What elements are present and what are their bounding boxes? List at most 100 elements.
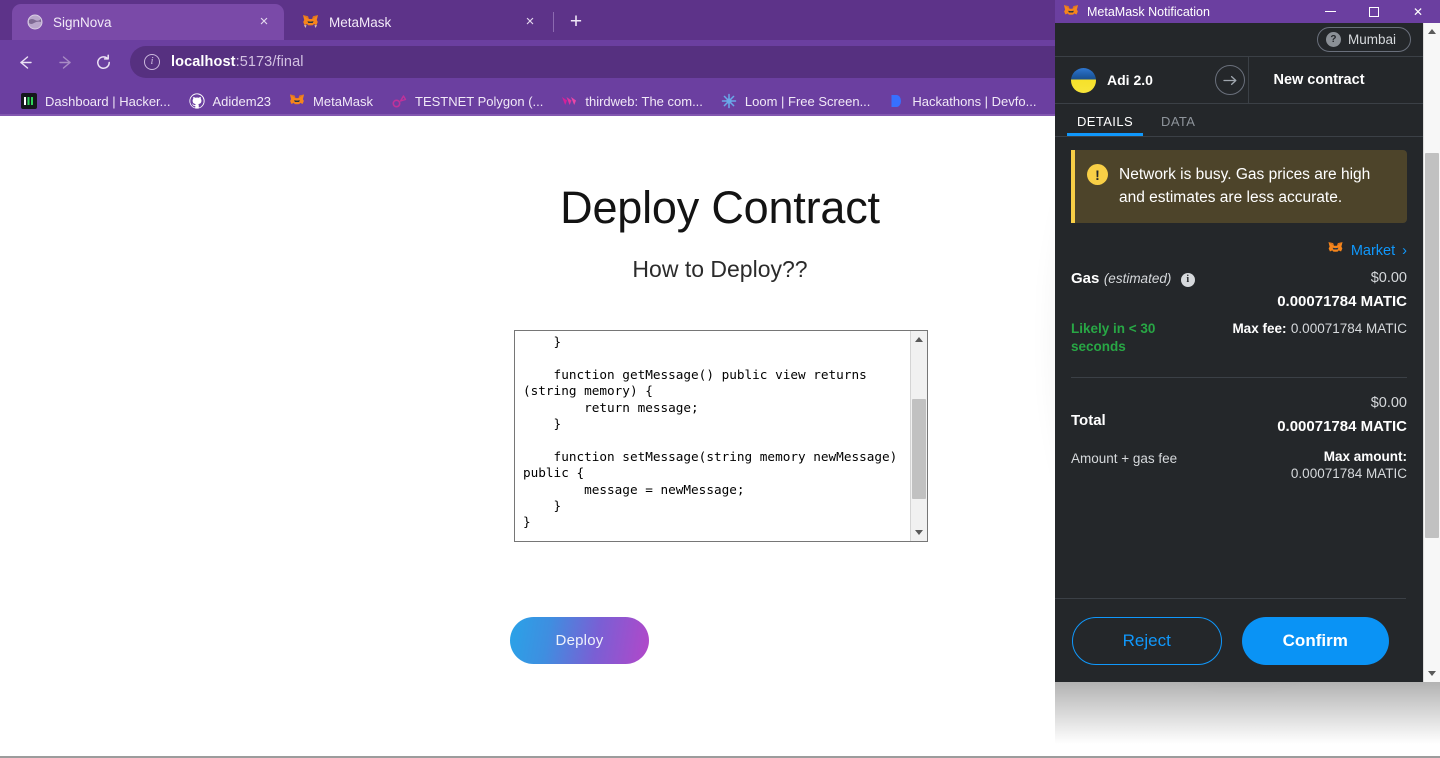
exclamation-icon: ! (1087, 164, 1108, 185)
gas-row: Gas (estimated) i $0.00 0.00071784 MATIC (1071, 270, 1407, 310)
bookmark-label: MetaMask (313, 93, 374, 109)
amount-detail-row: Amount + gas fee Max amount: 0.00071784 … (1071, 449, 1407, 481)
globe-icon (26, 14, 43, 31)
contract-code-textarea[interactable]: } function getMessage() public view retu… (514, 330, 928, 542)
sender-account[interactable]: Adi 2.0 (1055, 67, 1215, 93)
metamask-body: ? Mumbai Adi 2.0 New contract DETAILS DA… (1055, 23, 1440, 682)
network-name: Mumbai (1347, 32, 1396, 47)
gas-fiat-amount: $0.00 (1370, 270, 1407, 286)
details-pane: ! Network is busy. Gas prices are high a… (1055, 137, 1423, 598)
bookmark-thirdweb[interactable]: thirdweb: The com... (552, 88, 712, 114)
reject-button[interactable]: Reject (1072, 616, 1222, 665)
metamask-scrollbar[interactable] (1423, 23, 1440, 682)
gas-speed-row: Likely in < 30 seconds Max fee: 0.000717… (1071, 320, 1407, 356)
total-label: Total (1071, 412, 1106, 429)
sender-account-name: Adi 2.0 (1107, 72, 1153, 88)
scrollbar-thumb[interactable] (912, 399, 926, 499)
info-circle-icon[interactable]: i (144, 54, 160, 70)
gas-fee-block: Gas (estimated) i $0.00 0.00071784 MATIC… (1071, 270, 1407, 356)
total-row: Total $0.00 0.00071784 MATIC (1071, 395, 1407, 435)
gas-crypto-amount: 0.00071784 MATIC (1277, 293, 1407, 310)
recipient-account-name: New contract (1273, 72, 1365, 88)
close-icon[interactable]: × (520, 12, 540, 32)
minimize-icon[interactable] (1308, 0, 1352, 23)
chevron-right-icon: › (1402, 242, 1407, 259)
browser-tab-signnova[interactable]: SignNova × (12, 4, 284, 40)
thirdweb-icon (561, 93, 577, 109)
url-path: :5173/final (235, 54, 304, 70)
devfolio-icon (888, 93, 904, 109)
scroll-down-icon[interactable] (911, 524, 927, 541)
bookmark-metamask[interactable]: MetaMask (280, 88, 382, 114)
transfer-row: Adi 2.0 New contract (1055, 57, 1423, 104)
gas-speed-estimate: Likely in < 30 seconds (1071, 321, 1156, 354)
metamask-fox-icon (302, 14, 319, 31)
market-link[interactable]: Market › (1071, 241, 1407, 260)
max-amount-group: Max amount: 0.00071784 MATIC (1191, 449, 1407, 481)
github-icon (188, 93, 205, 109)
close-icon[interactable]: × (254, 12, 274, 32)
new-tab-button[interactable]: + (562, 8, 590, 36)
section-divider (1071, 377, 1407, 378)
contract-code-text[interactable]: } function getMessage() public view retu… (515, 331, 910, 541)
total-fiat-amount: $0.00 (1370, 395, 1407, 411)
confirm-button[interactable]: Confirm (1241, 616, 1389, 665)
bookmark-dashboard-hackerearth[interactable]: Dashboard | Hacker... (12, 88, 180, 114)
tab-separator (553, 12, 554, 32)
close-icon[interactable]: ✕ (1396, 0, 1440, 23)
back-icon[interactable] (10, 47, 40, 77)
bookmark-label: Loom | Free Screen... (744, 93, 871, 109)
transfer-divider (1248, 57, 1249, 104)
browser-tab-metamask[interactable]: MetaMask × (288, 4, 550, 40)
network-row: ? Mumbai (1055, 23, 1423, 57)
max-amount-label: Max amount: (1323, 449, 1407, 464)
url-host: localhost (171, 54, 236, 70)
metamask-notification-window: MetaMask Notification ✕ ? Mumbai Adi 2.0 (1055, 0, 1440, 682)
avatar (1071, 67, 1096, 93)
info-icon[interactable]: i (1180, 272, 1195, 287)
metamask-content: ? Mumbai Adi 2.0 New contract DETAILS DA… (1055, 23, 1423, 682)
network-selector[interactable]: ? Mumbai (1316, 27, 1411, 52)
deploy-button[interactable]: Deploy (510, 617, 649, 664)
max-fee-group: Max fee: 0.00071784 MATIC (1232, 320, 1407, 338)
hackerearth-icon (21, 93, 37, 109)
bookmark-adidem23[interactable]: Adidem23 (180, 88, 281, 114)
network-busy-warning: ! Network is busy. Gas prices are high a… (1071, 150, 1407, 223)
arrow-right-icon (1215, 65, 1245, 95)
gas-estimated-label: (estimated) (1103, 271, 1172, 286)
gas-label-group: Gas (estimated) i (1071, 270, 1277, 288)
metamask-window-title: MetaMask Notification (1087, 4, 1210, 19)
scroll-down-icon[interactable] (1424, 665, 1440, 682)
tab-title: SignNova (53, 14, 112, 30)
metamask-fox-icon (289, 93, 305, 109)
bookmark-hackathons-devfolio[interactable]: Hackathons | Devfo... (879, 88, 1045, 114)
max-amount-value: 0.00071784 MATIC (1290, 466, 1407, 481)
metamask-tabs: DETAILS DATA (1055, 104, 1423, 137)
amount-description: Amount + gas fee (1071, 451, 1178, 466)
bookmark-label: TESTNET Polygon (... (415, 93, 544, 109)
scroll-up-icon[interactable] (911, 331, 927, 348)
polygon-icon (391, 93, 407, 109)
scroll-up-icon[interactable] (1424, 23, 1440, 40)
tab-data[interactable]: DATA (1151, 114, 1205, 136)
loom-icon (721, 93, 737, 109)
maximize-icon[interactable] (1352, 0, 1396, 23)
max-fee-value: 0.00071784 MATIC (1290, 321, 1407, 336)
reload-icon[interactable] (88, 47, 118, 77)
total-amount-group: $0.00 0.00071784 MATIC (1277, 395, 1407, 435)
bookmark-testnet-polygon[interactable]: TESTNET Polygon (... (382, 88, 552, 114)
metamask-fox-icon (1063, 4, 1079, 19)
bookmark-label: Hackathons | Devfo... (912, 93, 1037, 109)
bookmark-label: thirdweb: The com... (585, 93, 703, 109)
market-label: Market (1350, 242, 1396, 259)
scrollbar-thumb[interactable] (1425, 153, 1439, 538)
metamask-window-titlebar: MetaMask Notification ✕ (1055, 0, 1440, 23)
bookmark-label: Adidem23 (212, 93, 272, 109)
code-scrollbar[interactable] (910, 331, 927, 541)
tab-details[interactable]: DETAILS (1067, 114, 1143, 136)
bookmark-loom[interactable]: Loom | Free Screen... (712, 88, 880, 114)
tab-title: MetaMask (329, 14, 392, 30)
forward-icon[interactable] (50, 47, 80, 77)
max-fee-label: Max fee: (1232, 321, 1287, 336)
url-text: localhost:5173/final (171, 54, 304, 70)
